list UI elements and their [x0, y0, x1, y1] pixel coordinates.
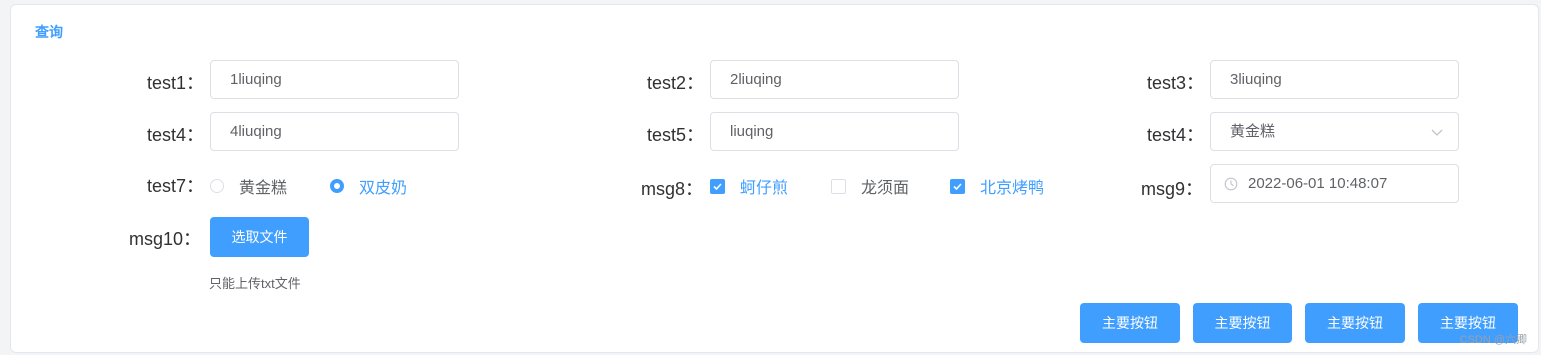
checkbox-unchecked — [831, 178, 846, 194]
checkbox-checked — [950, 178, 965, 194]
primary-button-1[interactable]: 主要按钮 — [1080, 303, 1180, 343]
checkbox-checked — [710, 178, 725, 194]
label-test4-select: test4： — [1147, 125, 1205, 145]
label-test3: test3： — [1147, 73, 1205, 93]
watermark: CSDN @六卿 — [1459, 334, 1527, 346]
checkbox-beijingkaoya[interactable]: 北京烤鸭 — [950, 175, 1044, 197]
label-test7: test7： — [147, 176, 205, 196]
primary-button-2[interactable]: 主要按钮 — [1193, 303, 1292, 343]
query-panel: 查询 test1： test2： test3： test4： test5： te… — [10, 4, 1539, 353]
check-icon — [713, 182, 722, 190]
test5-input[interactable] — [710, 112, 959, 151]
label-test2: test2： — [647, 73, 705, 93]
label-test5: test5： — [647, 125, 705, 145]
label-test1: test1： — [147, 73, 205, 93]
test4-select[interactable]: 黄金糕 — [1210, 112, 1459, 151]
upload-hint: 只能上传txt文件 — [209, 276, 301, 291]
chevron-down-icon — [1431, 129, 1443, 136]
checkbox-longxumian[interactable]: 龙须面 — [831, 175, 909, 197]
label-msg9: msg9： — [1141, 179, 1204, 199]
select-value: 黄金糕 — [1230, 123, 1276, 140]
check-icon — [953, 182, 962, 190]
primary-button-3[interactable]: 主要按钮 — [1305, 303, 1405, 343]
clock-icon — [1224, 177, 1238, 191]
radio-option-shuangpinai[interactable]: 双皮奶 — [330, 175, 407, 197]
select-file-button[interactable]: 选取文件 — [210, 217, 309, 257]
datetime-value: 2022-06-01 10:48:07 — [1248, 175, 1388, 192]
test4-input[interactable] — [210, 112, 459, 151]
msg9-datetime-picker[interactable]: 2022-06-01 10:48:07 — [1210, 164, 1459, 203]
panel-title: 查询 — [35, 24, 63, 40]
test3-input[interactable] — [1210, 60, 1459, 99]
radio-circle-selected — [330, 179, 344, 193]
label-test4: test4： — [147, 125, 205, 145]
radio-option-huangjingao[interactable]: 黄金糕 — [210, 175, 287, 197]
label-msg10: msg10： — [129, 229, 202, 249]
radio-circle — [210, 179, 224, 193]
label-msg8: msg8： — [641, 179, 704, 199]
checkbox-kezaijian[interactable]: 蚵仔煎 — [710, 175, 788, 197]
test1-input[interactable] — [210, 60, 459, 99]
test2-input[interactable] — [710, 60, 959, 99]
